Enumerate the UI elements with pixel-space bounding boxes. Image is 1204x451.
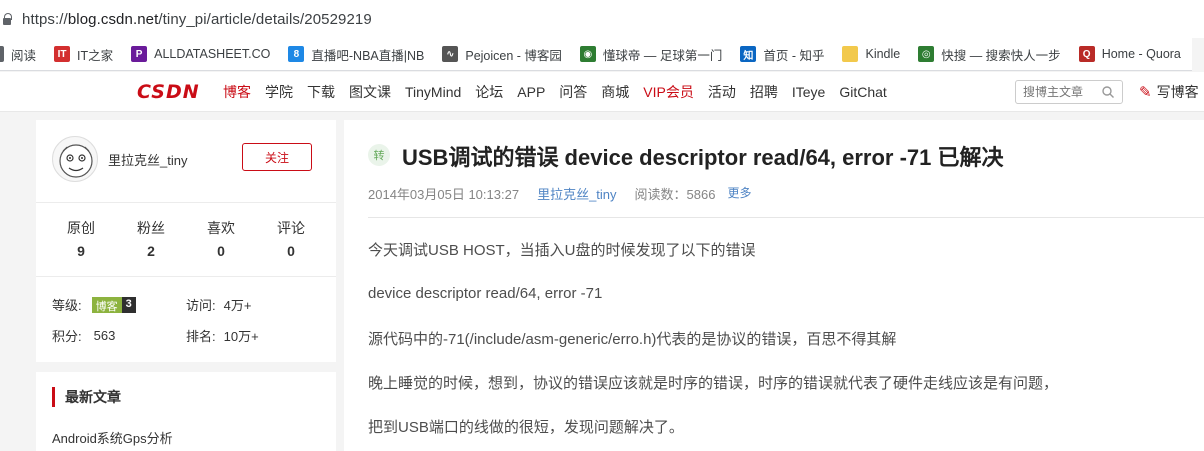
bookmark-zhihu[interactable]: 知首页 - 知乎 — [740, 45, 824, 64]
bookmark-label: Pejoicen - 博客园 — [465, 48, 562, 63]
nav-link[interactable]: 博客 — [223, 82, 251, 102]
nav-links: 博客 学院 下载 图文课 TinyMind 论坛 APP 问答 商城 VIP会员 活动 招聘 ITeye… — [223, 72, 901, 112]
bookmark-label: 直播吧-NBA直播|NB — [311, 48, 425, 63]
nav-link[interactable]: TinyMind — [405, 84, 461, 100]
points-info: 积分: 563 — [52, 328, 116, 344]
zhihu-icon: 知 — [740, 46, 757, 62]
article-read-count: 阅读数：5866 — [634, 187, 716, 202]
search-box[interactable] — [1015, 80, 1123, 104]
site-nav: CSDN 博客 学院 下载 图文课 TinyMind 论坛 APP 问答 商城 VIP会员 活动 招聘… — [0, 72, 1204, 112]
csdn-logo[interactable]: CSDN — [137, 81, 200, 103]
more-button[interactable]: 更多 — [727, 184, 751, 203]
bookmark-label: IT之家 — [77, 48, 114, 63]
profile-stats: 原创 9 粉丝 2 喜欢 0 评论 0 — [36, 218, 336, 259]
article-paragraph: device descriptor read/64, error -71 — [368, 285, 603, 302]
divider — [368, 217, 1204, 218]
article-paragraph: 源代码中的-71(/include/asm-generic/erro.h)代表的… — [368, 331, 897, 348]
bookmark-quora[interactable]: Q Home - Quora — [1078, 46, 1181, 62]
stat-likes[interactable]: 喜欢 0 — [186, 218, 256, 259]
repost-badge: 转 — [368, 144, 390, 166]
article-meta: 2014年03月05日 10:13:27 里拉克丝_tiny 阅读数：5866 … — [368, 184, 751, 203]
bookmark-label: 快搜 — 搜索快人一步 — [941, 48, 1061, 63]
article-paragraph: 把到USB端口的线做的很短，发现问题解决了。 — [368, 419, 684, 436]
divider — [36, 276, 336, 277]
bookmark-label: 懂球帝 — 足球第一门 — [602, 48, 723, 63]
bookmark-reader[interactable]: ≡ 阅读 — [0, 45, 36, 64]
latest-article-link[interactable]: Android系统Gps分析 — [52, 428, 173, 447]
bookmark-pdf[interactable]: P ALLDATASHEET.CO — [131, 46, 270, 62]
profile-username[interactable]: 里拉克丝_tiny — [108, 150, 187, 169]
quora-icon: Q — [1078, 46, 1095, 62]
visits-info: 访问: 4万+ — [186, 298, 252, 313]
rank-info: 排名: 10万+ — [186, 329, 259, 344]
level-badge[interactable]: 博客 3 — [91, 296, 136, 313]
bookmarks-bar: ≡ 阅读 IT IT之家 P ALLDATASHEET.CO 8 直播吧-NBA直播|NB ∿ P… — [0, 38, 1192, 71]
bookmark-folder[interactable]: Kindle — [842, 46, 900, 62]
bookmark-kuaisou[interactable]: ◎ 快搜 — 搜索快人一步 — [918, 45, 1061, 64]
zhibo8-icon: 8 — [288, 46, 305, 62]
latest-articles-heading: 最新文章 — [52, 387, 121, 407]
bookmark-label: Kindle — [865, 47, 901, 61]
nav-link[interactable]: 图文课 — [349, 82, 391, 102]
stat-comments[interactable]: 评论 0 — [256, 218, 326, 259]
avatar[interactable] — [52, 136, 98, 182]
avatar-face-icon — [59, 144, 93, 178]
reader-icon: ≡ — [0, 46, 4, 62]
dongqiudi-icon: ◉ — [579, 46, 596, 62]
write-blog-label: 写博客 — [1156, 84, 1199, 100]
bookmark-label: Home - Quora — [1101, 47, 1181, 61]
nav-link[interactable]: 招聘 — [750, 82, 778, 102]
stat-fans[interactable]: 粉丝 2 — [116, 218, 186, 259]
nav-link[interactable]: GitChat — [839, 84, 886, 100]
cnblogs-icon: ∿ — [442, 46, 459, 62]
folder-icon — [842, 46, 859, 62]
lock-icon — [2, 13, 12, 25]
url-text[interactable]: https://blog.csdn.net/tiny_pi/article/de… — [22, 11, 372, 28]
pen-icon: ✎ — [1139, 84, 1152, 101]
bookmark-label: 阅读 — [11, 48, 37, 63]
nav-link[interactable]: 学院 — [265, 82, 293, 102]
bookmark-cnblogs[interactable]: ∿ Pejoicen - 博客园 — [442, 45, 562, 64]
bookmark-ithome[interactable]: IT IT之家 — [54, 45, 113, 64]
article-title: USB调试的错误 device descriptor read/64, erro… — [402, 145, 1004, 170]
bookmark-label: ALLDATASHEET.CO — [154, 47, 271, 61]
article-author-link[interactable]: 里拉克丝_tiny — [537, 184, 616, 203]
bookmark-dongqiudi[interactable]: ◉ 懂球帝 — 足球第一门 — [579, 45, 723, 64]
nav-link[interactable]: 问答 — [559, 82, 587, 102]
bookmark-label: 首页 - 知乎 — [763, 48, 825, 63]
bookmark-zhibo8[interactable]: 8 直播吧-NBA直播|NB — [288, 45, 424, 64]
nav-link[interactable]: VIP会员 — [643, 82, 694, 102]
article-date: 2014年03月05日 10:13:27 — [368, 187, 520, 202]
divider — [36, 202, 336, 203]
nav-link[interactable]: 活动 — [708, 82, 736, 102]
nav-link[interactable]: 下载 — [307, 82, 335, 102]
nav-link[interactable]: 论坛 — [475, 82, 503, 102]
search-icon[interactable] — [1102, 86, 1114, 98]
level-info: 等级: 博客 3 — [52, 295, 136, 314]
latest-articles-card: 最新文章 Android系统Gps分析 — [36, 372, 336, 451]
article-panel: 转 USB调试的错误 device descriptor read/64, er… — [344, 120, 1204, 451]
nav-link[interactable]: 商城 — [601, 82, 629, 102]
article-paragraph: 今天调试USB HOST，当插入U盘的时候发现了以下的错误 — [368, 242, 756, 259]
pdf-icon: P — [131, 46, 148, 62]
profile-card: 里拉克丝_tiny 关注 原创 9 粉丝 2 喜欢 0 评论 0 等级: 博客 3 访问:… — [36, 120, 336, 362]
ithome-icon: IT — [54, 46, 71, 62]
address-bar[interactable]: https://blog.csdn.net/tiny_pi/article/de… — [0, 0, 1204, 38]
search-input[interactable] — [1023, 85, 1103, 99]
stat-original[interactable]: 原创 9 — [46, 218, 116, 259]
nav-link[interactable]: ITeye — [792, 84, 825, 100]
kuaisou-icon: ◎ — [918, 46, 935, 62]
follow-button[interactable]: 关注 — [242, 143, 312, 171]
write-blog-button[interactable]: ✎ 写博客 — [1139, 72, 1199, 112]
article-paragraph: 晚上睡觉的时候，想到，协议的错误应该就是时序的错误，时序的错误就代表了硬件走线应… — [368, 375, 1059, 392]
nav-link[interactable]: APP — [517, 84, 545, 100]
